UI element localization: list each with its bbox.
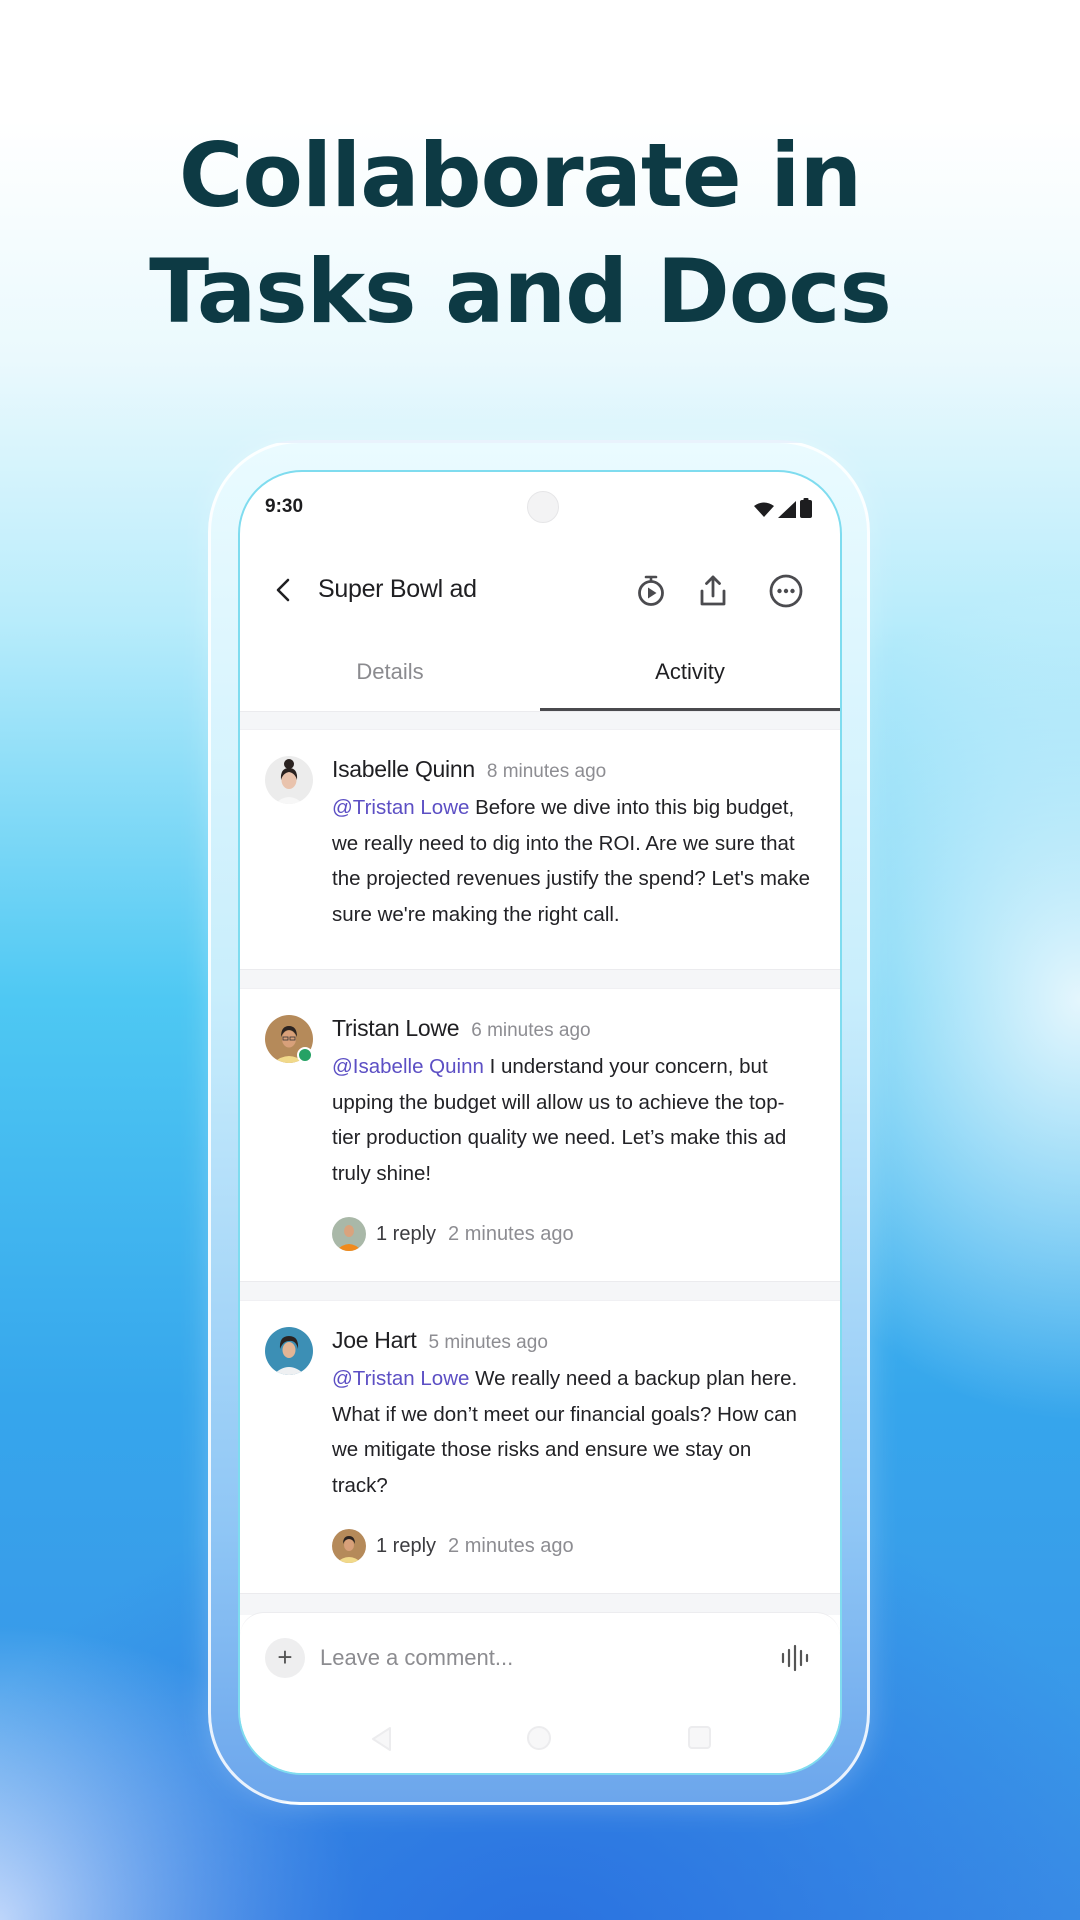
wifi-icon bbox=[754, 502, 774, 517]
comment-composer: + bbox=[240, 1612, 840, 1773]
reply-avatar bbox=[332, 1217, 366, 1251]
activity-feed[interactable]: Isabelle Quinn 8 minutes ago @Tristan Lo… bbox=[240, 711, 840, 1615]
avatar-isabelle-quinn bbox=[265, 756, 313, 804]
mention-link[interactable]: @Isabelle Quinn bbox=[332, 1055, 484, 1078]
reply-time: 2 minutes ago bbox=[448, 1534, 574, 1557]
reply-avatar-image bbox=[332, 1529, 366, 1563]
reply-time: 2 minutes ago bbox=[448, 1222, 574, 1245]
comment-body: @Tristan Lowe Before we dive into this b… bbox=[332, 790, 812, 932]
task-title: Super Bowl ad bbox=[318, 575, 477, 603]
more-horizontal-icon[interactable] bbox=[767, 572, 805, 610]
avatar[interactable] bbox=[265, 1327, 313, 1375]
comment-time: 8 minutes ago bbox=[486, 761, 607, 782]
signal-icon bbox=[778, 501, 796, 518]
system-nav-bar bbox=[240, 1718, 840, 1758]
reply-count: 1 reply bbox=[376, 1222, 437, 1245]
author-name[interactable]: Joe Hart bbox=[332, 1327, 417, 1354]
add-attachment-button[interactable]: + bbox=[265, 1638, 305, 1678]
comment-body: @Tristan Lowe We really need a backup pl… bbox=[332, 1361, 812, 1503]
reply-avatar-image bbox=[332, 1217, 366, 1251]
share-icon[interactable] bbox=[694, 572, 732, 610]
tab-bar: Details Activity bbox=[240, 622, 840, 712]
avatar[interactable] bbox=[265, 756, 313, 804]
online-status-badge bbox=[297, 1047, 313, 1063]
author-name[interactable]: Isabelle Quinn bbox=[332, 756, 475, 783]
status-time: 9:30 bbox=[265, 496, 304, 517]
reply-thread-link[interactable]: 1 reply 2 minutes ago bbox=[332, 1217, 574, 1251]
comment-time: 5 minutes ago bbox=[428, 1332, 548, 1353]
reply-thread-link[interactable]: 1 reply 2 minutes ago bbox=[332, 1529, 574, 1563]
headline-line-1: Collaborate in bbox=[178, 124, 862, 227]
headline: Collaborate in Tasks and Docs bbox=[0, 118, 1040, 350]
comment-time: 6 minutes ago bbox=[471, 1020, 591, 1041]
comment-item: Tristan Lowe 6 minutes ago @Isabelle Qui… bbox=[240, 988, 840, 1282]
nav-home-icon[interactable] bbox=[527, 1726, 551, 1750]
comment-item: Isabelle Quinn 8 minutes ago @Tristan Lo… bbox=[240, 729, 840, 970]
reply-avatar bbox=[332, 1529, 366, 1563]
avatar-joe-hart bbox=[265, 1327, 313, 1375]
headline-line-2: Tasks and Docs bbox=[149, 240, 892, 343]
tab-details[interactable]: Details bbox=[240, 622, 540, 711]
nav-back-icon[interactable] bbox=[370, 1726, 392, 1752]
mention-link[interactable]: @Tristan Lowe bbox=[332, 1367, 469, 1390]
battery-icon bbox=[800, 498, 812, 518]
comment-body: @Isabelle Quinn I understand your concer… bbox=[332, 1049, 812, 1191]
timer-play-icon[interactable] bbox=[632, 572, 670, 610]
status-bar: 9:30 bbox=[240, 472, 840, 542]
comment-header: Joe Hart 5 minutes ago bbox=[332, 1327, 548, 1354]
front-camera bbox=[527, 491, 559, 523]
task-header: Super Bowl ad bbox=[240, 562, 840, 618]
comment-item: Joe Hart 5 minutes ago @Tristan Lowe We … bbox=[240, 1300, 840, 1594]
author-name[interactable]: Tristan Lowe bbox=[332, 1015, 460, 1042]
phone-screen: 9:30 Super Bowl ad Details Activity Isab… bbox=[238, 470, 842, 1775]
comment-header: Isabelle Quinn 8 minutes ago bbox=[332, 756, 606, 783]
nav-recents-icon[interactable] bbox=[688, 1726, 711, 1749]
status-icons bbox=[754, 498, 812, 518]
reply-count: 1 reply bbox=[376, 1534, 437, 1557]
comment-header: Tristan Lowe 6 minutes ago bbox=[332, 1015, 591, 1042]
mention-link[interactable]: @Tristan Lowe bbox=[332, 796, 469, 819]
comment-input[interactable] bbox=[320, 1638, 750, 1678]
plus-icon: + bbox=[277, 1642, 293, 1672]
voice-waveform-icon[interactable] bbox=[780, 1643, 810, 1673]
tab-activity[interactable]: Activity bbox=[540, 622, 840, 711]
chevron-left-icon[interactable] bbox=[268, 574, 300, 606]
